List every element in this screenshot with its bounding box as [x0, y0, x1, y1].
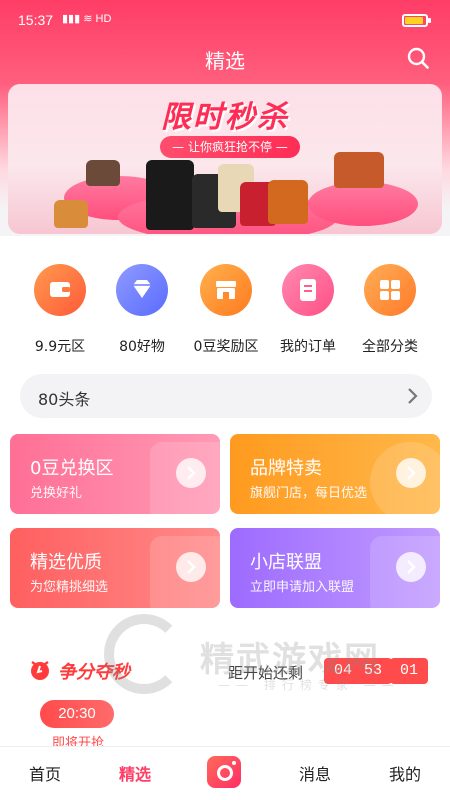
- card-title: 精选优质: [30, 552, 102, 573]
- card-title: 0豆兑换区: [30, 458, 114, 479]
- status-time: 15:37: [18, 12, 54, 28]
- tab-messages[interactable]: 消息: [280, 761, 350, 785]
- wallet-icon: [34, 264, 86, 316]
- bag-image: [268, 180, 308, 224]
- camera-icon[interactable]: [207, 756, 241, 788]
- category-label: 我的订单: [280, 339, 336, 355]
- signal-indicator: ▮▮▮ ≋ HD: [62, 12, 111, 25]
- chevron-right-icon: [396, 458, 426, 488]
- podium-right: [308, 182, 418, 226]
- grid-icon: [364, 264, 416, 316]
- card-subtitle: 兑换好礼: [30, 486, 83, 501]
- card-brand-sale[interactable]: 品牌特卖 旗舰门店，每日优选: [230, 434, 440, 514]
- time-slot-button[interactable]: 20:30: [40, 700, 114, 728]
- bag-image: [334, 152, 384, 188]
- category-label: 80好物: [119, 339, 165, 355]
- tab-home[interactable]: 首页: [10, 761, 80, 785]
- search-icon[interactable]: [406, 46, 430, 70]
- flash-sale-section[interactable]: 争分夺秒 距开始还剩 04 : 53 : 01 20:30 即将开抢: [10, 628, 440, 746]
- category-all[interactable]: 全部分类: [348, 264, 432, 356]
- chevron-right-icon: [408, 388, 418, 404]
- bottom-tab-bar: 首页 精选 消息 我的: [0, 746, 450, 800]
- card-selected-quality[interactable]: 精选优质 为您精挑细选: [10, 528, 220, 608]
- network-label: HD: [95, 13, 112, 25]
- card-store-alliance[interactable]: 小店联盟 立即申请加入联盟: [230, 528, 440, 608]
- page-title: 精选: [205, 49, 245, 73]
- shop-icon: [200, 264, 252, 316]
- chevron-right-icon: [176, 458, 206, 488]
- alarm-clock-icon: [31, 660, 49, 680]
- card-subtitle: 旗舰门店，每日优选: [250, 486, 368, 501]
- headline-label: 80头条: [38, 390, 91, 409]
- headline-bar[interactable]: 80头条: [20, 374, 432, 418]
- countdown-seconds: 01: [390, 658, 428, 684]
- category-label: 9.9元区: [34, 339, 86, 355]
- category-9-9[interactable]: 9.9元区: [18, 264, 102, 356]
- category-label: 0豆奖励区: [193, 339, 259, 355]
- tab-mine[interactable]: 我的: [370, 761, 440, 785]
- chevron-right-icon: [176, 552, 206, 582]
- card-title: 小店联盟: [250, 552, 322, 573]
- flash-sale-title: 争分夺秒: [58, 662, 130, 683]
- time-slot-status: 即将开抢: [52, 736, 105, 746]
- category-my-orders[interactable]: 我的订单: [266, 264, 350, 356]
- category-label: 全部分类: [362, 339, 418, 355]
- card-subtitle: 为您精挑细选: [30, 580, 109, 595]
- countdown-label: 距开始还剩: [228, 664, 304, 682]
- bag-image: [54, 200, 88, 228]
- chevron-right-icon: [396, 552, 426, 582]
- category-0-bean-reward[interactable]: 0豆奖励区: [184, 264, 268, 356]
- status-bar: 15:37 ▮▮▮ ≋ HD: [0, 0, 450, 38]
- bag-image: [86, 160, 120, 186]
- battery-icon: [402, 14, 431, 27]
- flash-sale-banner[interactable]: 限时秒杀 — 让你疯狂抢不停 —: [8, 84, 442, 234]
- countdown-minutes: 53: [354, 658, 392, 684]
- order-icon: [282, 264, 334, 316]
- card-bean-exchange[interactable]: 0豆兑换区 兑换好礼: [10, 434, 220, 514]
- category-80-goods[interactable]: 80好物: [100, 264, 184, 356]
- banner-subtitle: — 让你疯狂抢不停 —: [160, 136, 300, 158]
- banner-title: 限时秒杀: [161, 100, 289, 135]
- card-title: 品牌特卖: [250, 458, 322, 479]
- card-subtitle: 立即申请加入联盟: [250, 580, 355, 595]
- diamond-icon: [116, 264, 168, 316]
- tab-featured[interactable]: 精选: [100, 761, 170, 785]
- bag-image: [146, 160, 194, 230]
- signal-icon: ▮▮▮ ≋: [62, 13, 96, 25]
